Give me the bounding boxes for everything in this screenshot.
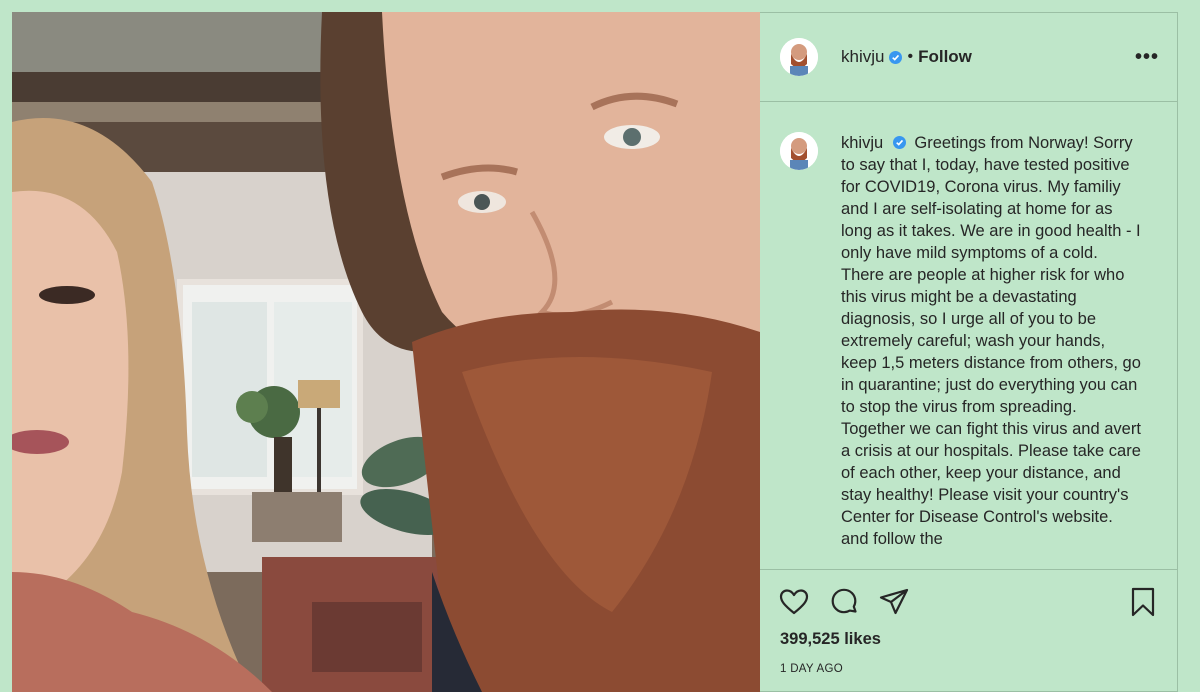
post-timestamp: 1 DAY AGO <box>780 663 843 675</box>
caption-username[interactable]: khivju <box>841 134 883 152</box>
caption: khivju Greetings from Norway! Sorry to s… <box>841 132 1141 569</box>
caption-avatar-image <box>780 132 818 170</box>
caption-verified-badge-icon <box>892 136 906 149</box>
avatar-image <box>780 38 818 76</box>
caption-avatar[interactable] <box>780 132 818 170</box>
more-options-icon[interactable]: ••• <box>1135 46 1159 69</box>
follow-button[interactable]: Follow <box>918 47 972 67</box>
comment-icon[interactable] <box>828 586 860 618</box>
action-bar <box>760 570 1177 618</box>
caption-body: Greetings from Norway! Sorry to say that… <box>841 134 1141 548</box>
photo-image <box>12 12 760 692</box>
likes-count[interactable]: 399,525 likes <box>760 618 1177 649</box>
post-side-panel: khivju • Follow ••• khivju Greetings fro… <box>760 12 1178 692</box>
separator-dot: • <box>907 48 914 65</box>
instagram-post: khivju • Follow ••• khivju Greetings fro… <box>12 12 1178 692</box>
post-photo[interactable] <box>12 12 760 692</box>
avatar[interactable] <box>780 38 818 76</box>
share-icon[interactable] <box>878 586 910 618</box>
bookmark-icon[interactable] <box>1127 586 1159 618</box>
username[interactable]: khivju <box>841 47 884 67</box>
post-header: khivju • Follow ••• <box>760 13 1177 102</box>
caption-area: khivju Greetings from Norway! Sorry to s… <box>760 102 1177 570</box>
heart-icon[interactable] <box>778 586 810 618</box>
verified-badge-icon <box>889 50 903 64</box>
